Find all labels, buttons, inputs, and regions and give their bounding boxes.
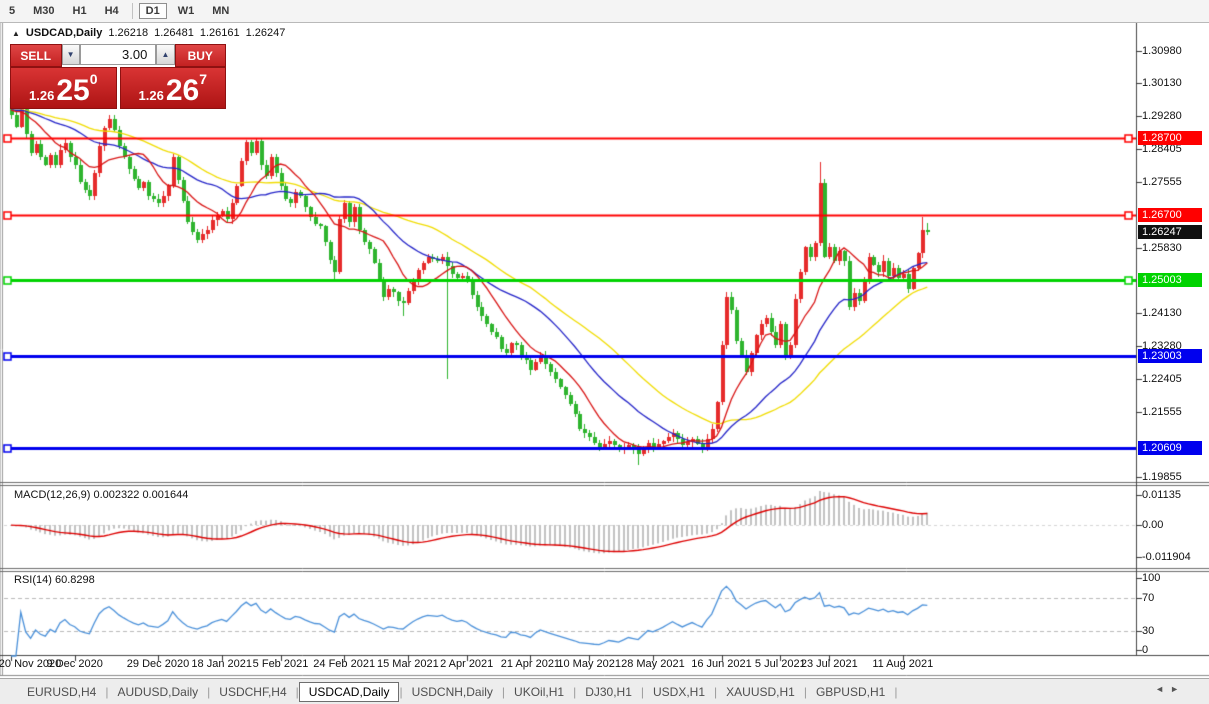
date-axis-label: 21 Apr 2021 — [501, 658, 560, 670]
timeframe-button-h4[interactable]: H4 — [98, 3, 126, 19]
date-axis-label: 9 Dec 2020 — [47, 658, 103, 670]
price-axis-label: 1.27555 — [1142, 176, 1182, 188]
chart-title: ▲ USDCAD,Daily 1.26218 1.26481 1.26161 1… — [12, 27, 285, 39]
price-axis-label: 1.25830 — [1142, 242, 1182, 254]
timeframe-toolbar: 5M30 H1H4 D1W1MN — [0, 0, 1209, 23]
buy-price-big: 26 — [166, 76, 199, 106]
date-axis-label: 5 Jul 2021 — [755, 658, 806, 670]
sr-line-price-label[interactable]: 1.28700 — [1138, 131, 1202, 145]
quote-close: 1.26247 — [246, 27, 286, 39]
timeframe-button-d1[interactable]: D1 — [139, 3, 167, 19]
price-axis-label: 1.21555 — [1142, 406, 1182, 418]
price-axis-label: 1.30980 — [1142, 45, 1182, 57]
rsi-axis-label: 30 — [1142, 625, 1154, 637]
chart-tab-usdcnh-daily[interactable]: USDCNH,Daily — [403, 682, 502, 702]
macd-axis-label: 0.00 — [1142, 519, 1163, 531]
price-axis-label: 1.24130 — [1142, 307, 1182, 319]
price-axis-label: 1.29280 — [1142, 110, 1182, 122]
tab-separator: | — [894, 685, 897, 699]
timeframe-button-w1[interactable]: W1 — [171, 3, 202, 19]
price-axis-label: 1.19855 — [1142, 471, 1182, 483]
chart-tab-bar: EURUSD,H4|AUDUSD,Daily|USDCHF,H4|USDCAD,… — [0, 678, 1209, 704]
sell-button[interactable]: SELL — [10, 44, 62, 67]
rsi-axis-label: 100 — [1142, 572, 1160, 584]
current-price-label: 1.26247 — [1138, 225, 1202, 239]
quote-high: 1.26481 — [154, 27, 194, 39]
quote-low: 1.26161 — [200, 27, 240, 39]
toolbar-separator — [132, 3, 133, 19]
rsi-name: RSI(14) — [14, 574, 52, 586]
chart-tab-ukoil-h1[interactable]: UKOil,H1 — [505, 682, 573, 702]
sell-price-box[interactable]: 1.26 25 0 — [10, 67, 117, 109]
macd-value-signal: 0.001644 — [142, 489, 188, 501]
chart-tab-usdx-h1[interactable]: USDX,H1 — [644, 682, 714, 702]
date-axis-label: 10 May 2021 — [557, 658, 621, 670]
sell-price-sup: 0 — [90, 71, 98, 87]
macd-name: MACD(12,26,9) — [14, 489, 90, 501]
sr-line-price-label[interactable]: 1.25003 — [1138, 273, 1202, 287]
rsi-axis-label: 70 — [1142, 592, 1154, 604]
date-axis-label: 16 Jun 2021 — [691, 658, 752, 670]
date-axis-label: 5 Feb 2021 — [253, 658, 309, 670]
chart-tab-usdcad-daily[interactable]: USDCAD,Daily — [299, 682, 400, 702]
macd-axis-label: -0.011904 — [1142, 551, 1191, 563]
quote-open: 1.26218 — [108, 27, 148, 39]
timeframe-button-h1[interactable]: H1 — [66, 3, 94, 19]
one-click-trading-panel: SELL ▼ 3.00 ▲ BUY 1.26 25 0 1.26 26 7 — [10, 44, 226, 109]
sell-price-big: 25 — [56, 76, 89, 106]
date-axis-label: 24 Feb 2021 — [313, 658, 375, 670]
chart-tab-gbpusd-h1[interactable]: GBPUSD,H1 — [807, 682, 894, 702]
rsi-indicator-label: RSI(14) 60.8298 — [14, 574, 95, 586]
date-axis-label: 15 Mar 2021 — [377, 658, 439, 670]
rsi-axis-label: 0 — [1142, 644, 1148, 656]
volume-increase-button[interactable]: ▲ — [156, 44, 174, 65]
timeframe-button-m30[interactable]: M30 — [26, 3, 61, 19]
macd-value-main: 0.002322 — [93, 489, 139, 501]
macd-axis-label: 0.01135 — [1142, 489, 1181, 501]
chart-tab-eurusd-h4[interactable]: EURUSD,H4 — [18, 682, 105, 702]
date-axis-label: 18 Jan 2021 — [191, 658, 252, 670]
macd-indicator-label: MACD(12,26,9) 0.002322 0.001644 — [14, 489, 188, 501]
mt4-window: { "toolbar": { "timeframes": [ {"label":… — [0, 0, 1209, 704]
chart-tab-dj30-h1[interactable]: DJ30,H1 — [576, 682, 641, 702]
date-axis-label: 23 Jul 2021 — [801, 658, 858, 670]
date-axis-label: 28 May 2021 — [621, 658, 685, 670]
tab-scroll-arrows[interactable]: ◄► — [1155, 684, 1185, 694]
timeframe-button-5[interactable]: 5 — [2, 3, 22, 19]
price-axis-label: 1.30130 — [1142, 77, 1182, 89]
collapse-panel-icon[interactable]: ▲ — [12, 29, 20, 38]
chart-tab-usdchf-h4[interactable]: USDCHF,H4 — [210, 682, 295, 702]
buy-price-sup: 7 — [199, 71, 207, 87]
volume-decrease-button[interactable]: ▼ — [62, 44, 80, 65]
sr-line-price-label[interactable]: 1.20609 — [1138, 441, 1202, 455]
buy-button[interactable]: BUY — [175, 44, 227, 67]
sr-line-price-label[interactable]: 1.26700 — [1138, 208, 1202, 222]
sell-price-small: 1.26 — [29, 88, 54, 103]
date-axis-label: 29 Dec 2020 — [127, 658, 189, 670]
buy-price-small: 1.26 — [139, 88, 164, 103]
date-axis-label: 2 Apr 2021 — [440, 658, 493, 670]
chart-tab-xauusd-h1[interactable]: XAUUSD,H1 — [717, 682, 804, 702]
chart-tab-audusd-daily[interactable]: AUDUSD,Daily — [108, 682, 207, 702]
date-axis-label: 11 Aug 2021 — [872, 658, 933, 670]
symbol-period-label: USDCAD,Daily — [26, 27, 102, 39]
rsi-value: 60.8298 — [55, 574, 95, 586]
price-axis-label: 1.28405 — [1142, 143, 1182, 155]
sr-line-price-label[interactable]: 1.23003 — [1138, 349, 1202, 363]
buy-price-box[interactable]: 1.26 26 7 — [120, 67, 227, 109]
price-axis-label: 1.22405 — [1142, 373, 1182, 385]
timeframe-button-mn[interactable]: MN — [205, 3, 236, 19]
volume-input[interactable]: 3.00 — [80, 44, 157, 65]
